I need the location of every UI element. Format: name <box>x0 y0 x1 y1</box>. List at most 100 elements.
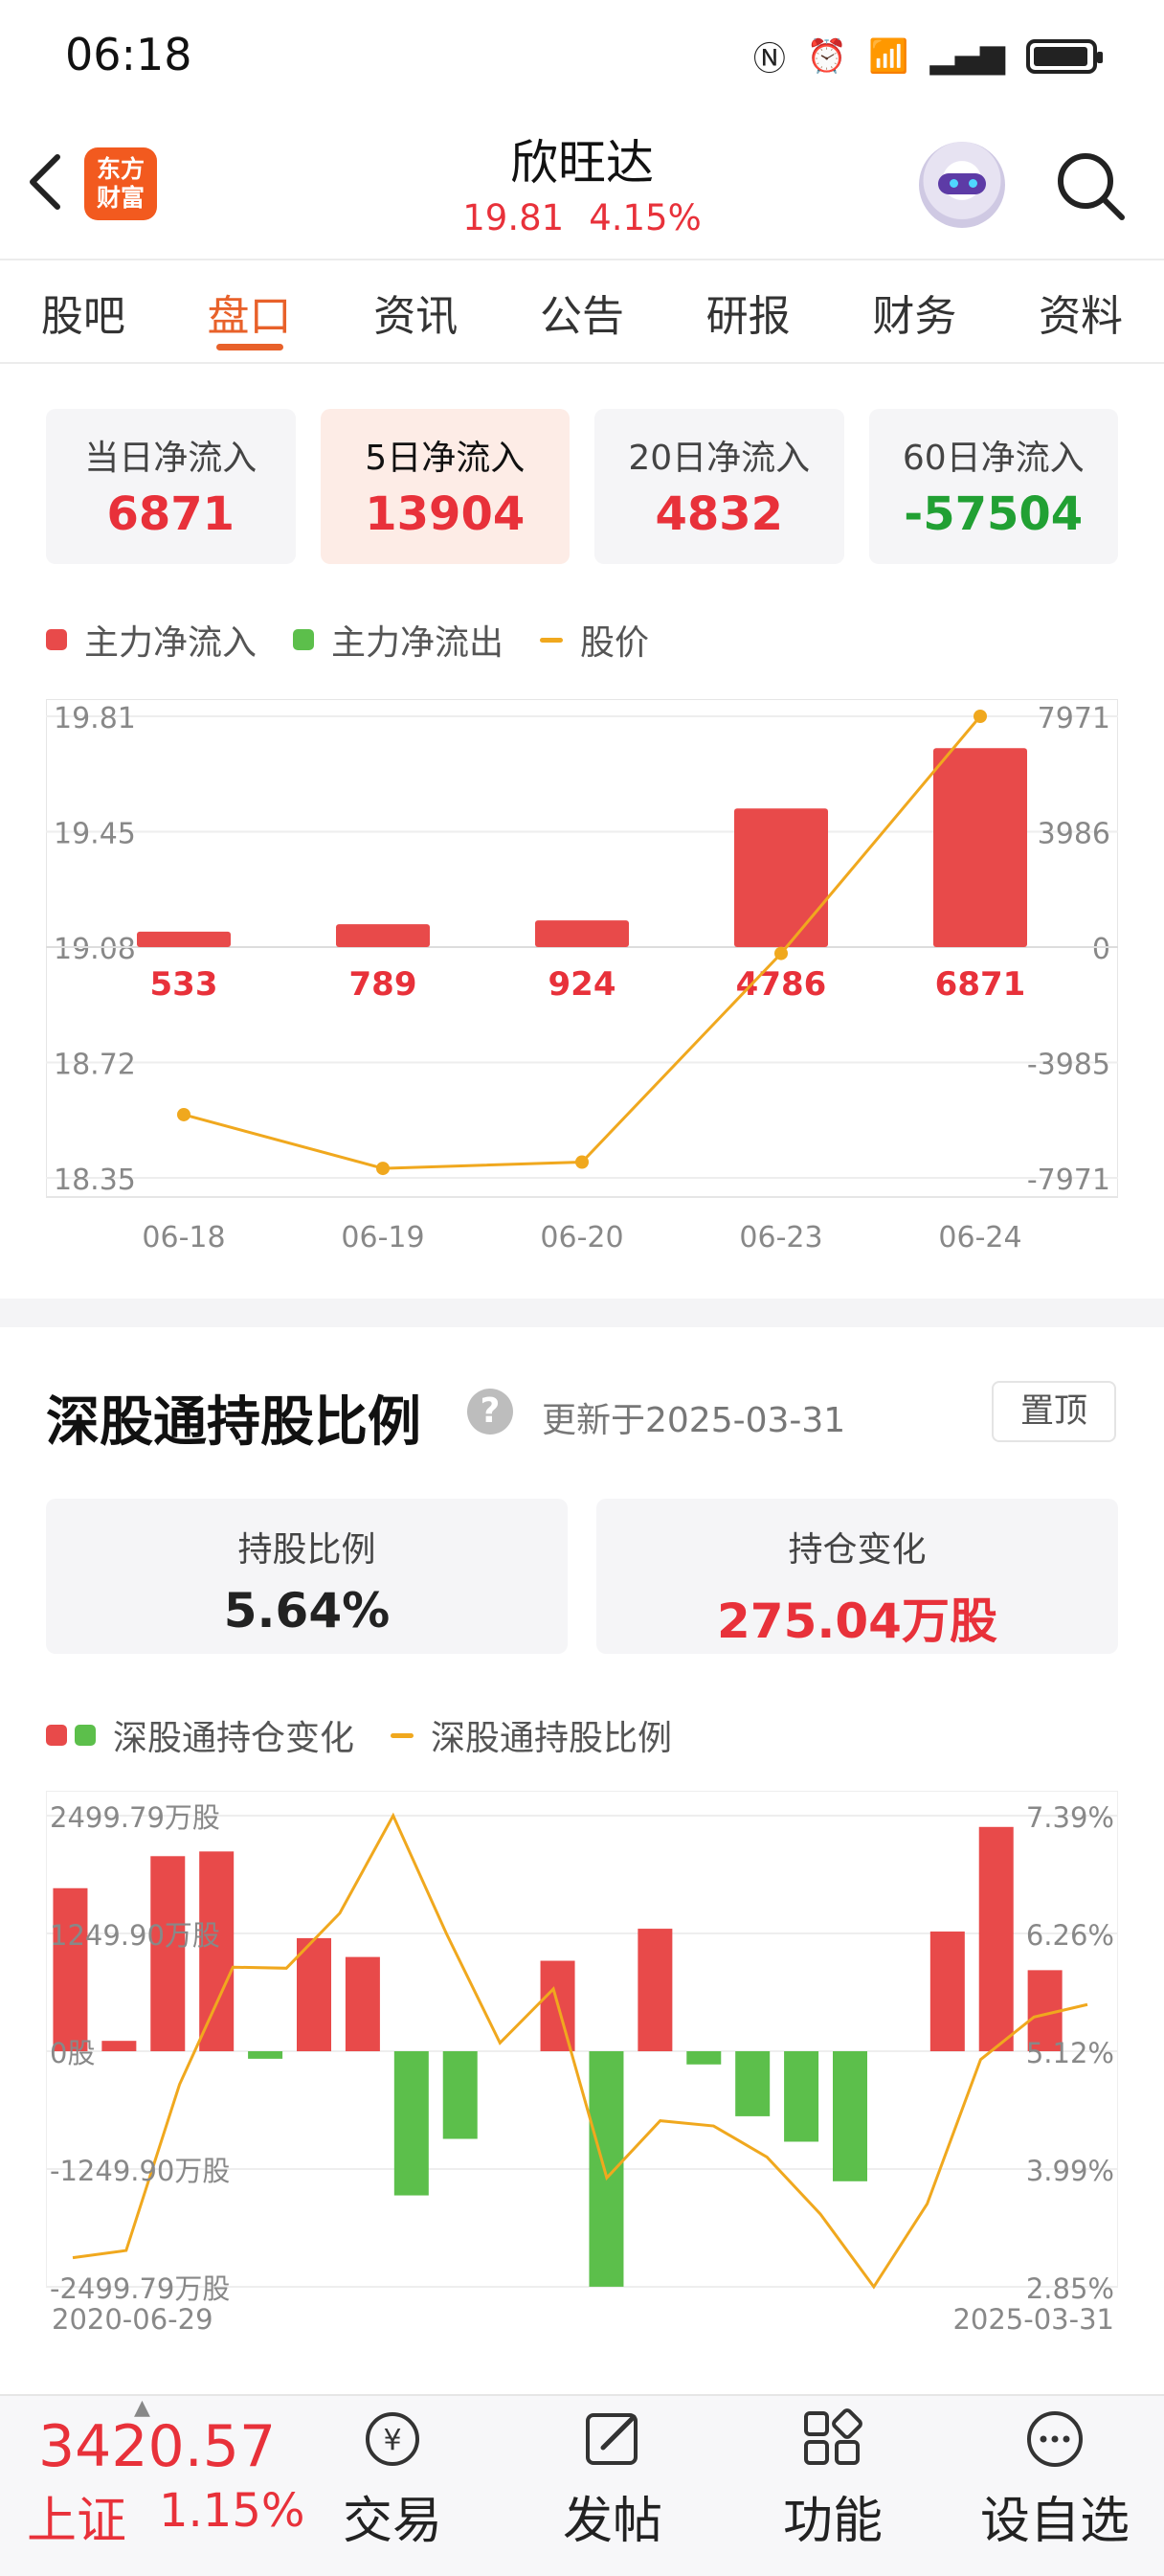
holding-change-bar <box>735 2051 771 2116</box>
robot-assistant-avatar[interactable] <box>919 142 1005 228</box>
y-left-tick: 18.72 <box>54 1049 136 1082</box>
holding-change-bar <box>442 2051 478 2139</box>
flow-card-label: 当日净流入 <box>84 439 257 478</box>
y-left-tick: 2499.79万股 <box>50 1801 220 1834</box>
post-icon <box>586 2413 638 2465</box>
holding-change-bar <box>833 2051 867 2181</box>
nav-label: 发帖 <box>562 2493 662 2550</box>
y-right-tick: 5.12% <box>1026 2037 1114 2069</box>
tab-research[interactable]: 研报 <box>706 260 791 362</box>
wifi-icon: 📶 <box>868 36 909 76</box>
index-value[interactable]: 3420.57 <box>38 2413 276 2480</box>
flow-card-today[interactable]: 当日净流入 6871 <box>46 409 296 564</box>
tab-finance[interactable]: 财务 <box>872 260 956 362</box>
y-left-tick: 19.81 <box>54 702 136 735</box>
holding-cards: 持股比例 5.64% 持仓变化 275.04万股 <box>46 1499 1118 1654</box>
nav-label: 设自选 <box>979 2493 1130 2550</box>
y-right-tick: -3985 <box>1027 1049 1110 1082</box>
more-icon <box>1027 2411 1083 2467</box>
price-point <box>575 1155 589 1169</box>
flow-bar-label: 789 <box>349 965 417 1004</box>
holding-change-bar <box>929 1932 965 2051</box>
help-icon[interactable]: ? <box>467 1389 513 1435</box>
holding-change-bar <box>101 2041 137 2051</box>
index-change: 1.15% <box>159 2484 305 2538</box>
section-divider <box>0 1299 1164 1327</box>
nav-post[interactable]: 发帖 <box>526 2406 699 2552</box>
y-left-tick: -1249.90万股 <box>50 2155 230 2187</box>
flow-card-label: 5日净流入 <box>365 439 526 478</box>
hold-ratio-label: 持股比例 <box>237 1530 376 1570</box>
nav-features[interactable]: 功能 <box>747 2406 919 2552</box>
hold-ratio-card: 持股比例 5.64% <box>46 1499 568 1654</box>
legend-inflow: 主力净流入 <box>46 615 257 665</box>
x-start-label: 2020-06-29 <box>52 2303 213 2336</box>
x-tick-label: 06-24 <box>938 1221 1021 1254</box>
nav-add-watchlist[interactable]: 设自选 <box>969 2406 1141 2552</box>
tab-guba[interactable]: 股吧 <box>41 260 125 362</box>
y-left-tick: 0股 <box>50 2037 95 2069</box>
tab-news[interactable]: 资讯 <box>373 260 458 362</box>
status-icons: Ⓝ ⏰ 📶 ▂▄▆ <box>753 33 1103 79</box>
flow-bar-label: 6871 <box>935 965 1026 1004</box>
flow-card-20day[interactable]: 20日净流入 4832 <box>594 409 844 564</box>
x-tick-label: 06-18 <box>142 1221 225 1254</box>
price-point <box>974 710 987 723</box>
stock-price: 19.81 <box>462 197 565 238</box>
flow-bar <box>137 931 231 947</box>
flow-bar <box>933 748 1027 947</box>
y-right-tick: 3986 <box>1038 818 1110 851</box>
holding-change-bar <box>978 1826 1014 2051</box>
index-name: 上证 <box>27 2493 127 2550</box>
y-left-tick: -2499.79万股 <box>50 2272 230 2305</box>
hk-holding-chart[interactable]: 2499.79万股 7.39% 1249.90万股 6.26% 0股 5.12% -1249… <box>46 1791 1118 2346</box>
price-point <box>774 946 788 960</box>
y-right-tick: 2.85% <box>1026 2272 1114 2305</box>
y-right-tick: 6.26% <box>1026 1919 1114 1952</box>
y-right-tick: 7971 <box>1038 702 1110 735</box>
status-time: 06:18 <box>65 29 192 80</box>
signal-4g-icon: ▂▄▆ <box>929 36 1005 76</box>
flow-card-60day[interactable]: 60日净流入 -57504 <box>868 409 1118 564</box>
nav-trade[interactable]: ¥ 交易 <box>306 2406 479 2552</box>
update-date: 更新于2025-03-31 <box>542 1401 846 1440</box>
holding-change-bar <box>393 2051 429 2196</box>
holding-change-bar <box>345 1956 380 2051</box>
holding-change-bar <box>248 2051 283 2059</box>
pin-top-button[interactable]: 置顶 <box>992 1381 1116 1442</box>
price-point <box>376 1162 390 1176</box>
flow-card-value: 6871 <box>106 487 235 541</box>
hk-connect-title: 深股通持股比例 <box>46 1391 421 1454</box>
holding-change-bar <box>784 2051 819 2142</box>
svg-text:¥: ¥ <box>383 2424 401 2457</box>
hold-change-card: 持仓变化 275.04万股 <box>596 1499 1118 1654</box>
hold-change-value: 275.04万股 <box>717 1593 997 1649</box>
flow-card-label: 20日净流入 <box>628 439 811 478</box>
y-right-tick: 0 <box>1092 933 1110 966</box>
holding-change-bar <box>638 1929 673 2051</box>
flow-bar-label: 924 <box>548 965 616 1004</box>
alarm-icon: ⏰ <box>806 36 848 76</box>
flow-card-value: 13904 <box>365 487 526 541</box>
y-left-tick: 19.45 <box>54 818 136 851</box>
search-icon[interactable] <box>1053 148 1130 225</box>
tab-profile[interactable]: 资料 <box>1039 260 1123 362</box>
tab-announcements[interactable]: 公告 <box>540 260 624 362</box>
flow-bar <box>535 920 629 947</box>
holding-change-bar <box>150 1856 186 2051</box>
tab-pankou[interactable]: 盘口 <box>208 260 292 362</box>
stock-change-pct: 4.15% <box>589 197 702 238</box>
tab-bar: 股吧 盘口 资讯 公告 研报 财务 资料 <box>0 259 1164 364</box>
holding-change-bar <box>297 1937 331 2051</box>
y-right-tick: 7.39% <box>1026 1801 1114 1834</box>
hold-chart-legend: 深股通持仓变化 深股通持股比例 <box>46 1710 708 1760</box>
flow-card-5day[interactable]: 5日净流入 13904 <box>320 409 570 564</box>
flow-card-label: 60日净流入 <box>902 439 1085 478</box>
flow-card-value: -57504 <box>904 487 1084 541</box>
y-right-tick: -7971 <box>1027 1164 1110 1197</box>
y-left-tick: 18.35 <box>54 1164 136 1197</box>
flow-bar-label: 533 <box>150 965 218 1004</box>
trade-icon: ¥ <box>366 2412 419 2466</box>
net-flow-chart[interactable]: 19.81 7971 19.45 3986 19.08 0 18.72 -3985 18.35 -… <box>46 699 1118 1264</box>
flow-bar-label: 4786 <box>736 965 827 1004</box>
